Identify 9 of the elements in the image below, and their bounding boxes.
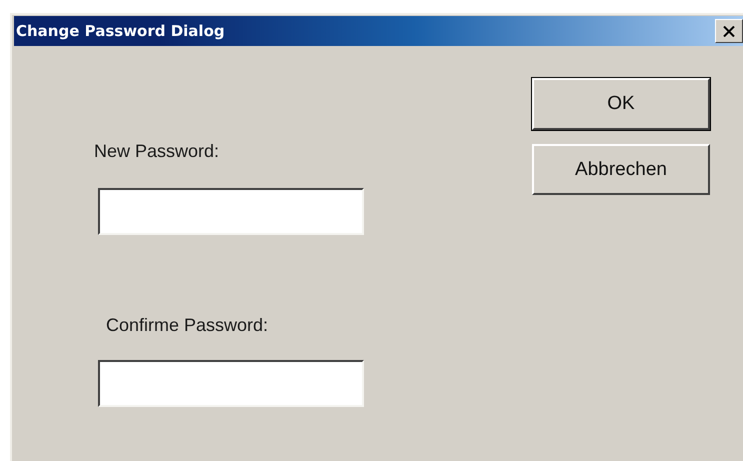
close-icon [723,26,735,36]
field-label: New Password: [94,141,220,162]
ok-button[interactable]: OK [532,78,710,130]
close-button[interactable] [715,19,743,43]
cancel-button[interactable]: Abbrechen [532,144,710,195]
field-label: Confirme Password: [106,315,268,336]
window-title: Change Password Dialog [16,22,225,40]
password-field[interactable] [98,360,364,407]
password-field[interactable] [98,188,364,235]
